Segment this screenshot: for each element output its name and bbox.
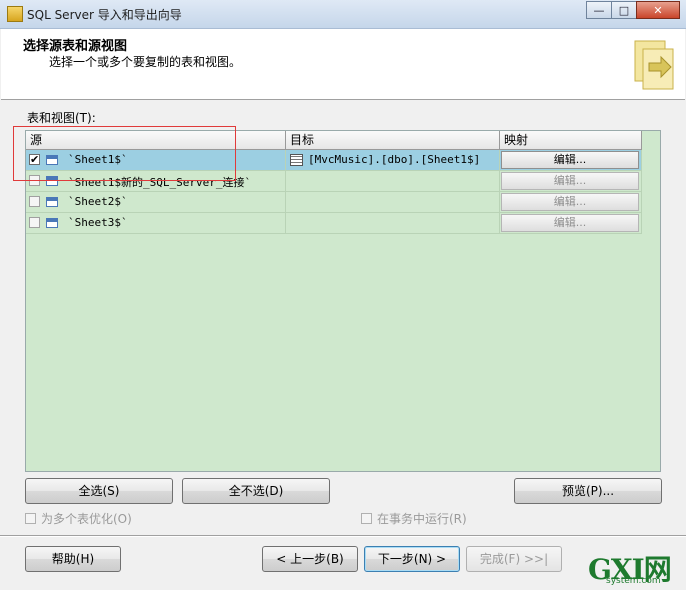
run-in-transaction-option[interactable]: 在事务中运行(R) [361, 510, 467, 527]
back-button[interactable]: < 上一步(B) [262, 546, 358, 572]
run-in-transaction-label: 在事务中运行(R) [377, 512, 467, 526]
finish-button[interactable]: 完成(F) >>| [466, 546, 562, 572]
source-cell[interactable]: `Sheet2$` [26, 192, 286, 213]
close-button[interactable]: ✕ [636, 1, 680, 19]
column-header-destination[interactable]: 目标 [286, 131, 500, 149]
preview-button[interactable]: 预览(P)... [514, 478, 662, 504]
run-in-transaction-checkbox[interactable] [361, 513, 372, 524]
wizard-header: 选择源表和源视图 选择一个或多个要复制的表和视图。 [1, 29, 685, 100]
optimize-multiple-label: 为多个表优化(O) [41, 512, 132, 526]
wizard-graphic-icon [634, 40, 674, 90]
row-checkbox[interactable] [29, 217, 40, 228]
source-cell[interactable]: `Sheet3$` [26, 213, 286, 234]
edit-mapping-button[interactable]: 编辑... [501, 151, 639, 169]
mapping-cell: 编辑... [500, 171, 642, 192]
tables-views-label: 表和视图(T): [27, 111, 96, 125]
destination-table-icon [290, 154, 303, 166]
table-row[interactable]: `Sheet2$` 编辑... [26, 192, 642, 213]
site-watermark: GXI网 system.com [584, 548, 686, 590]
row-checkbox[interactable] [29, 196, 40, 207]
app-icon [7, 6, 23, 22]
window-titlebar[interactable]: SQL Server 导入和导出向导 — □ ✕ [0, 0, 686, 29]
mapping-cell: 编辑... [500, 213, 642, 234]
optimize-multiple-option[interactable]: 为多个表优化(O) [25, 510, 132, 527]
destination-cell[interactable] [286, 192, 500, 213]
tables-grid[interactable]: 源 目标 映射 ✔ `Sheet1$` [MvcMusic].[dbo].[Sh… [25, 130, 661, 472]
table-row[interactable]: `Sheet3$` 编辑... [26, 213, 642, 234]
watermark-domain: system.com [606, 576, 661, 586]
source-name: `Sheet2$` [68, 195, 128, 208]
column-header-mapping[interactable]: 映射 [500, 131, 642, 149]
destination-cell[interactable] [286, 213, 500, 234]
help-button[interactable]: 帮助(H) [25, 546, 121, 572]
destination-cell[interactable]: [MvcMusic].[dbo].[Sheet1$] [286, 150, 500, 171]
edit-mapping-button[interactable]: 编辑... [501, 172, 639, 190]
edit-mapping-button[interactable]: 编辑... [501, 214, 639, 232]
optimize-multiple-checkbox[interactable] [25, 513, 36, 524]
minimize-button[interactable]: — [586, 1, 612, 19]
destination-name: [MvcMusic].[dbo].[Sheet1$] [308, 153, 481, 166]
window-controls: — □ ✕ [586, 1, 680, 19]
footer-separator [0, 535, 686, 537]
select-all-button[interactable]: 全选(S) [25, 478, 173, 504]
page-subtitle: 选择一个或多个要复制的表和视图。 [49, 55, 242, 69]
maximize-button[interactable]: □ [611, 1, 637, 19]
source-name: `Sheet3$` [68, 216, 128, 229]
mapping-cell: 编辑... [500, 192, 642, 213]
table-icon [46, 197, 58, 207]
deselect-all-button[interactable]: 全不选(D) [182, 478, 330, 504]
mapping-cell: 编辑... [500, 150, 642, 171]
destination-cell[interactable] [286, 171, 500, 192]
window-title: SQL Server 导入和导出向导 [27, 8, 182, 22]
table-icon [46, 218, 58, 228]
edit-mapping-button[interactable]: 编辑... [501, 193, 639, 211]
page-title: 选择源表和源视图 [23, 39, 128, 54]
next-button[interactable]: 下一步(N) > [364, 546, 460, 572]
annotation-highlight-box [13, 126, 236, 181]
